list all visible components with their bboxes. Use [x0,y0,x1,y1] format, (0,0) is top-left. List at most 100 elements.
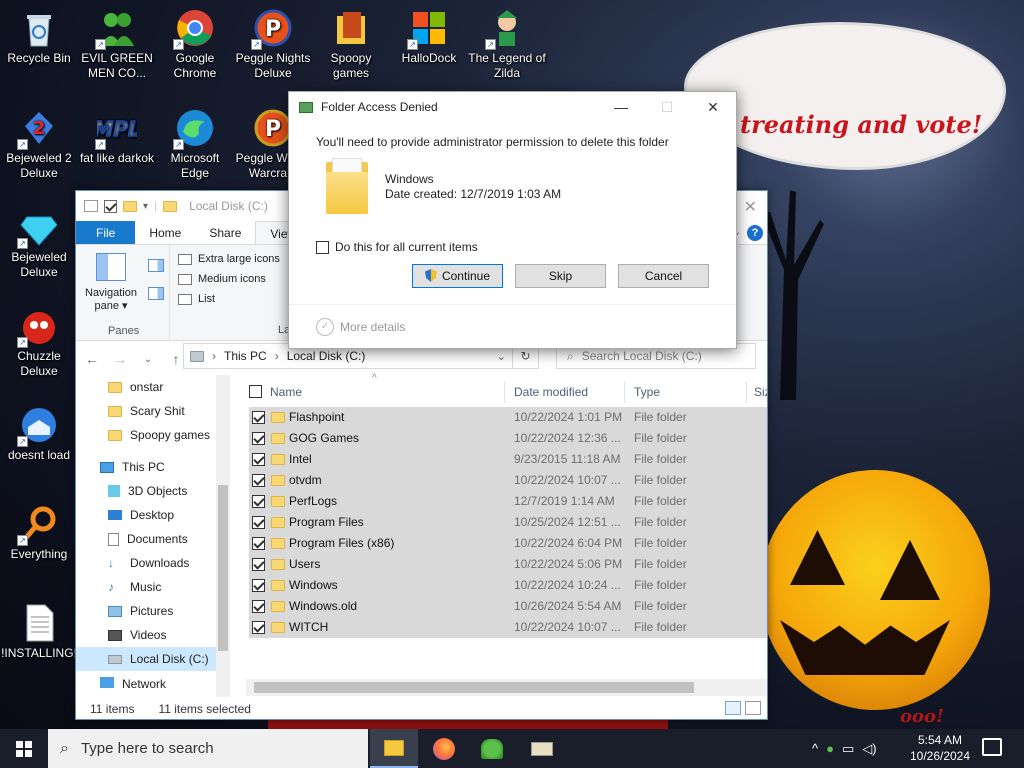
desktop-icon-everything[interactable]: ↗ Everything [0,504,78,562]
table-row[interactable]: Program Files 10/25/2024 12:51 ... File fo… [249,512,767,533]
nav-item-network[interactable]: Network [76,677,230,691]
network-icon[interactable]: ▭ [842,741,854,757]
nav-item-spoopy-games[interactable]: Spoopy games [76,423,230,447]
desktop-icon-evil-green-men[interactable]: ↗ EVIL GREEN MEN CO... [78,8,156,81]
column-name[interactable]: Name [270,377,302,407]
table-row[interactable]: GOG Games 10/22/2024 12:36 ... File folder [249,428,767,449]
nav-pane-scrollbar[interactable] [216,375,230,697]
row-checkbox[interactable] [252,621,265,634]
desktop-icon-edge[interactable]: ↗ Microsoft Edge [156,108,234,181]
nav-item-pictures[interactable]: Pictures [76,599,230,623]
preview-pane-icon[interactable] [148,259,164,272]
taskbar-green-men[interactable] [468,729,516,768]
scrollbar-thumb[interactable] [254,682,694,693]
taskbar-firefox[interactable] [420,729,468,768]
minimize-icon[interactable]: — [598,92,644,122]
tab-home[interactable]: Home [135,221,195,244]
table-row[interactable]: Windows 10/22/2024 10:24 ... File folder [249,575,767,596]
table-row[interactable]: Intel 9/23/2015 11:18 AM File folder [249,449,767,470]
desktop-icon-spoopy-games[interactable]: Spoopy games [312,8,390,81]
apply-to-all-checkbox[interactable]: Do this for all current items [316,240,478,254]
help-icon[interactable]: ? [747,225,763,241]
show-hidden-icons-icon[interactable]: ^ [812,741,818,756]
file-list[interactable]: ^ Name Date modified Type Siz Flashpoint… [246,373,767,697]
desktop-icon-zilda[interactable]: ↗ The Legend of Zilda [468,8,546,81]
table-row[interactable]: Flashpoint 10/22/2024 1:01 PM File folder [249,407,767,428]
desktop-icon-peggle-nights[interactable]: P ↗ Peggle Nights Deluxe [234,8,312,81]
nav-item-music[interactable]: ♪ Music [76,575,230,599]
table-row[interactable]: Windows.old 10/26/2024 5:54 AM File folder [249,596,767,617]
nav-item-documents[interactable]: Documents [76,527,230,551]
desktop-icon-fat-like-darkok[interactable]: MPL ↗ fat like darkok [78,108,156,166]
tab-file[interactable]: File [76,221,136,244]
user-tray-icon[interactable]: ● [826,741,834,756]
clock[interactable]: 5:54 AM 10/26/2024 [905,732,975,764]
details-view-icon[interactable] [725,701,741,715]
desktop-icon-bejeweled[interactable]: ↗ Bejeweled Deluxe [0,207,78,280]
nav-item-videos[interactable]: Videos [76,623,230,647]
row-checkbox[interactable] [252,432,265,445]
column-date-modified[interactable]: Date modified [514,377,588,407]
table-row[interactable]: Program Files (x86) 10/22/2024 6:04 PM Fil… [249,533,767,554]
row-checkbox[interactable] [252,579,265,592]
details-pane-icon[interactable] [148,287,164,300]
desktop-icon-chuzzle[interactable]: ↗ Chuzzle Deluxe [0,306,78,379]
skip-button[interactable]: Skip [515,264,606,288]
quick-access-dropdown-icon[interactable]: ▾ [143,201,148,212]
back-arrow-icon[interactable]: ← [82,351,102,367]
table-row[interactable]: PerfLogs 12/7/2019 1:14 AM File folder [249,491,767,512]
quick-access-properties-icon[interactable] [84,200,98,212]
horizontal-scrollbar[interactable] [246,679,767,696]
row-checkbox[interactable] [252,411,265,424]
large-icons-view-icon[interactable] [745,701,761,715]
tab-share[interactable]: Share [195,221,255,244]
table-row[interactable]: WITCH 10/22/2024 10:07 ... File folder [249,617,767,638]
continue-button[interactable]: Continue [412,264,503,288]
recent-locations-icon[interactable]: ⌄ [138,354,158,365]
layout-list[interactable]: List [178,289,280,309]
cancel-button[interactable]: Cancel [618,264,709,288]
row-checkbox[interactable] [252,495,265,508]
navigation-pane-button[interactable]: Navigation pane ▾ [82,253,140,313]
more-details-toggle[interactable]: ✓ More details [316,318,405,336]
desktop-icon-thunderbird[interactable]: ↗ doesnt load [0,405,78,463]
forward-arrow-icon[interactable]: → [110,351,130,367]
row-checkbox[interactable] [252,516,265,529]
breadcrumb-local-disk[interactable]: Local Disk (C:) [287,349,366,363]
table-row[interactable]: Users 10/22/2024 5:06 PM File folder [249,554,767,575]
taskbar-search-box[interactable]: ⌕ Type here to search [48,729,368,768]
desktop-icon-recycle-bin[interactable]: Recycle Bin [0,8,78,66]
row-checkbox[interactable] [252,474,265,487]
breadcrumb-chevron-icon[interactable]: › [275,349,279,363]
close-icon[interactable]: ✕ [690,92,736,122]
nav-item-local-disk[interactable]: Local Disk (C:) [76,647,230,671]
notification-center-icon[interactable] [982,738,1002,756]
select-all-checkbox[interactable] [249,385,262,398]
volume-icon[interactable]: ◁) [862,741,876,757]
checkbox[interactable] [316,240,329,254]
row-checkbox[interactable] [252,600,265,613]
layout-extra-large-icons[interactable]: Extra large icons [178,249,280,269]
navigation-pane[interactable]: onstar Scary Shit Spoopy games This PC 3… [76,375,230,697]
nav-item-onstar[interactable]: onstar [76,375,230,399]
desktop-icon-chrome[interactable]: ↗ Google Chrome [156,8,234,81]
desktop-icon-installing[interactable]: !INSTALLING! [0,603,78,661]
taskbar-app[interactable] [518,729,566,768]
row-checkbox[interactable] [252,537,265,550]
address-dropdown-icon[interactable]: ⌄ [497,350,506,363]
table-row[interactable]: otvdm 10/22/2024 10:07 ... File folder [249,470,767,491]
column-type[interactable]: Type [634,377,660,407]
layout-medium-icons[interactable]: Medium icons [178,269,280,289]
desktop-icon-hallodock[interactable]: ↗ HalloDock [390,8,468,66]
taskbar-file-explorer[interactable] [370,729,418,768]
nav-item-scary[interactable]: Scary Shit [76,399,230,423]
nav-item-this-pc[interactable]: This PC [76,455,230,479]
nav-item-downloads[interactable]: ↓ Downloads [76,551,230,575]
column-size[interactable]: Siz [754,377,767,407]
desktop-icon-bejeweled-2[interactable]: 2 ↗ Bejeweled 2 Deluxe [0,108,78,181]
breadcrumb-this-pc[interactable]: This PC [224,349,267,363]
start-button[interactable] [0,729,48,768]
nav-item-3d-objects[interactable]: 3D Objects [76,479,230,503]
close-icon[interactable]: ✕ [744,197,757,217]
folder-access-denied-dialog[interactable]: Folder Access Denied — ☐ ✕ You'll need t… [288,91,737,349]
